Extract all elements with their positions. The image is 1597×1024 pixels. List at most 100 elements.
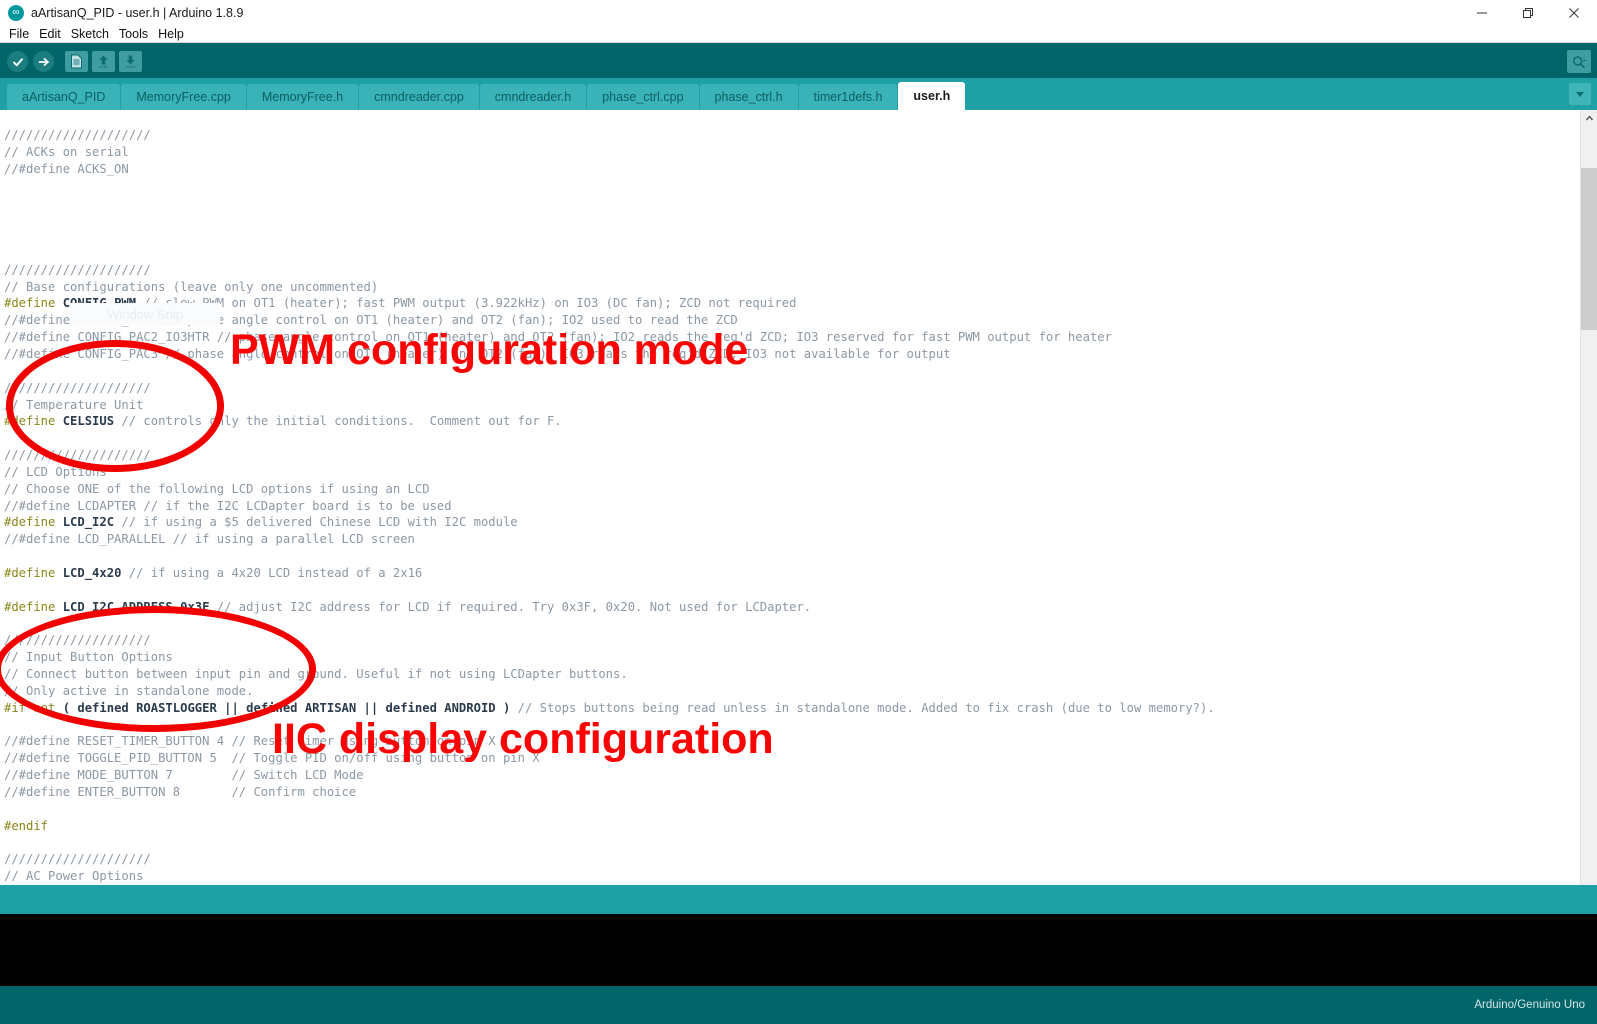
serial-monitor-button[interactable] <box>1567 50 1591 73</box>
document-icon <box>71 54 82 69</box>
tab-timer1defs-h[interactable]: timer1defs.h <box>798 84 898 110</box>
code-line: // LCD Options <box>4 464 1544 481</box>
console-output-pane[interactable] <box>0 914 1597 986</box>
arrow-up-icon <box>99 55 108 68</box>
save-sketch-button[interactable] <box>119 51 142 72</box>
maximize-button[interactable] <box>1505 0 1551 25</box>
board-label: Arduino/Genuino Uno <box>1474 999 1585 1011</box>
code-line: //#define MODE_BUTTON 7 // Switch LCD Mo… <box>4 767 1544 784</box>
code-token-cmt: //#define ACKS_ON <box>4 161 129 176</box>
code-token-cmt: // ACKs on serial <box>4 144 129 159</box>
code-text[interactable]: //////////////////// // ACKs on serial //#… <box>4 127 1544 885</box>
code-token-cmt: // AC Power Options <box>4 869 144 884</box>
code-line: //#define LCDAPTER // if the I2C LCDapte… <box>4 498 1544 515</box>
annotation-ellipse-pwm <box>6 340 224 472</box>
code-line: #endif <box>4 818 1544 835</box>
code-line: //////////////////// <box>4 262 1544 279</box>
code-token-pre: #define <box>4 296 63 311</box>
code-line: //#define TOGGLE_PID_BUTTON 5 // Toggle … <box>4 750 1544 767</box>
arrow-right-icon <box>38 57 49 66</box>
window-title: aArtisanQ_PID - user.h | Arduino 1.8.9 <box>31 5 244 20</box>
upload-button[interactable] <box>33 51 54 72</box>
code-line: //////////////////// <box>4 447 1544 464</box>
code-token-cmt: //#define MODE_BUTTON 7 // Switch LCD Mo… <box>4 768 364 783</box>
verify-button[interactable] <box>7 51 28 72</box>
code-line: #define CELSIUS // controls only the ini… <box>4 413 1544 430</box>
code-line: //#define ACKS_ON <box>4 161 1544 178</box>
menu-item-edit[interactable]: Edit <box>34 27 66 41</box>
annotation-ellipse-iic <box>0 606 316 732</box>
code-line: //#define LCD_PARALLEL // if using a par… <box>4 531 1544 548</box>
code-token-cmt: //#define ENTER_BUTTON 8 // Confirm choi… <box>4 784 357 799</box>
arduino-infinity-icon: ∞ <box>8 4 24 21</box>
tab-phase-ctrl-cpp[interactable]: phase_ctrl.cpp <box>587 84 699 110</box>
arrow-down-icon <box>126 55 135 68</box>
menu-item-tools[interactable]: Tools <box>114 27 153 41</box>
code-line: //#define RESET_TIMER_BUTTON 4 // Reset … <box>4 733 1544 750</box>
window-snip-ghost-label: Window Snip <box>70 303 220 325</box>
check-icon <box>12 57 23 66</box>
code-token-cmt: // Stops buttons being read unless in st… <box>510 700 1215 715</box>
restore-icon <box>1523 7 1533 18</box>
menu-item-file[interactable]: File <box>4 27 34 41</box>
chevron-down-icon <box>1576 92 1584 97</box>
tab-cmndreader-cpp[interactable]: cmndreader.cpp <box>359 84 479 110</box>
chevron-up-icon <box>1585 115 1594 121</box>
close-button[interactable] <box>1551 0 1597 25</box>
code-line: // AC Power Options <box>4 868 1544 885</box>
code-line: #define CONFIG_PWM // slow PWM on OT1 (h… <box>4 295 1544 312</box>
tab-aartisanq-pid[interactable]: aArtisanQ_PID <box>7 84 121 110</box>
menu-bar: File Edit Sketch Tools Help <box>0 25 1597 42</box>
toolbar <box>0 43 1597 78</box>
code-line: //////////////////// <box>4 127 1544 144</box>
code-token-kw: LCD_I2C <box>62 515 115 530</box>
code-token-pre: #define <box>4 565 63 580</box>
code-token-cmt: //////////////////// <box>4 128 151 142</box>
scrollbar-thumb[interactable] <box>1581 168 1597 330</box>
tab-cmndreader-h[interactable]: cmndreader.h <box>479 84 587 110</box>
code-line: // Temperature Unit <box>4 397 1544 414</box>
code-token-pre: #define <box>4 599 63 614</box>
tab-bar: aArtisanQ_PID MemoryFree.cpp MemoryFree.… <box>0 78 1597 110</box>
minimize-icon <box>1477 12 1487 13</box>
magnifier-icon <box>1572 55 1586 68</box>
code-token-cmt: // adjust I2C address for LCD if require… <box>209 599 812 614</box>
menu-item-sketch[interactable]: Sketch <box>66 27 114 41</box>
tab-memoryfree-cpp[interactable]: MemoryFree.cpp <box>121 84 246 110</box>
code-editor[interactable]: //////////////////// // ACKs on serial //#… <box>0 110 1597 897</box>
editor-vertical-scrollbar[interactable] <box>1580 110 1597 897</box>
menu-item-help[interactable]: Help <box>153 27 189 41</box>
code-token-cmt: //////////////////// <box>4 262 151 277</box>
code-line: #define LCD_4x20 // if using a 4x20 LCD … <box>4 565 1544 582</box>
tab-list-dropdown-button[interactable] <box>1569 83 1591 105</box>
annotation-label-pwm: PWM configuration mode <box>230 326 749 374</box>
open-sketch-button[interactable] <box>92 51 115 72</box>
code-token-cmt: //////////////////// <box>4 852 151 867</box>
code-line: //////////////////// <box>4 380 1544 397</box>
tab-memoryfree-h[interactable]: MemoryFree.h <box>246 84 359 110</box>
code-token-cmt: //#define LCD_PARALLEL // if using a par… <box>4 532 415 547</box>
code-line: //////////////////// <box>4 851 1544 868</box>
code-token-pre: #endif <box>4 818 49 833</box>
code-token-cmt: // if using a $5 delivered Chinese LCD w… <box>114 515 518 530</box>
code-line: // Choose ONE of the following LCD optio… <box>4 481 1544 498</box>
code-line: #define LCD_I2C // if using a $5 deliver… <box>4 514 1544 531</box>
tab-phase-ctrl-h[interactable]: phase_ctrl.h <box>699 84 798 110</box>
minimize-button[interactable] <box>1459 0 1505 25</box>
code-line: #define LCD_I2C_ADDRESS 0x3F // adjust I… <box>4 599 1544 616</box>
new-sketch-button[interactable] <box>65 51 88 72</box>
annotation-label-iic: IIC display configuration <box>272 715 774 763</box>
editor-status-strip <box>0 885 1597 914</box>
code-line: // Base configurations (leave only one u… <box>4 279 1544 296</box>
scroll-up-button[interactable] <box>1581 110 1597 127</box>
tab-user-h[interactable]: user.h <box>898 82 966 110</box>
